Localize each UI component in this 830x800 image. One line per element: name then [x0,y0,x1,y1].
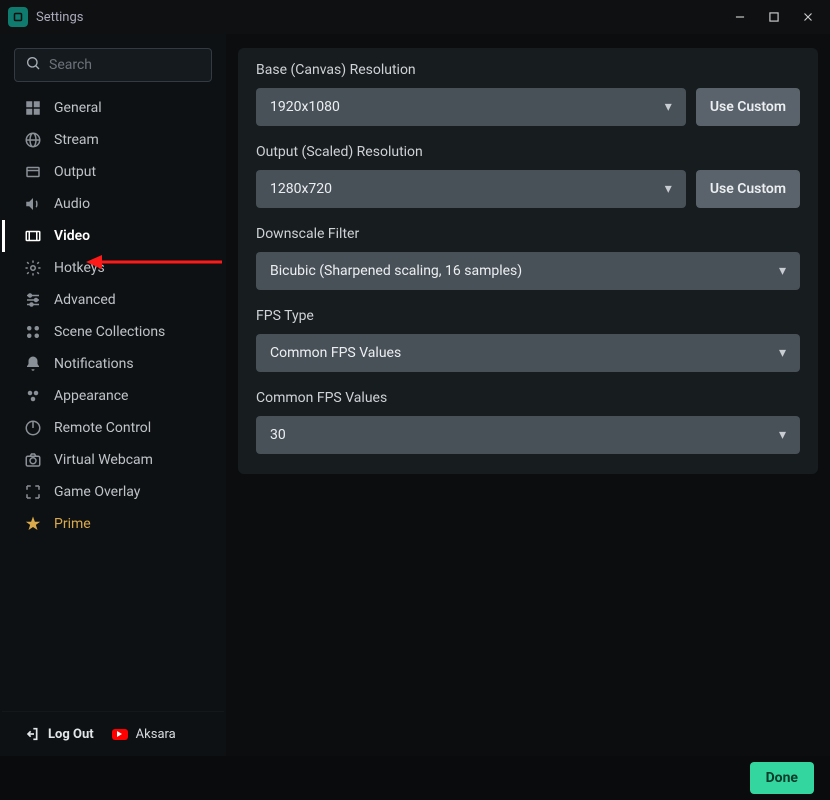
gear-icon [24,259,42,277]
globe-icon [24,131,42,149]
fps-type-label: FPS Type [256,308,800,324]
minimize-button[interactable] [726,3,754,31]
sidebar-item-label: General [54,100,102,116]
done-button[interactable]: Done [750,762,814,794]
sidebar-item-hotkeys[interactable]: Hotkeys [2,252,224,284]
sidebar-item-appearance[interactable]: Appearance [2,380,224,412]
grid-icon [24,99,42,117]
sidebar-footer: Log Out Aksara [2,711,224,756]
bell-icon [24,355,42,373]
output-use-custom-button[interactable]: Use Custom [696,170,800,208]
power-icon [24,419,42,437]
output-resolution-label: Output (Scaled) Resolution [256,144,800,160]
downscale-filter-value: Bicubic (Sharpened scaling, 16 samples) [270,263,522,279]
nav-list: General Stream Output Audio Video [2,92,224,711]
chevron-down-icon: ▾ [665,181,672,197]
sidebar-item-game-overlay[interactable]: Game Overlay [2,476,224,508]
chevron-down-icon: ▾ [779,263,786,279]
sidebar-item-label: Virtual Webcam [54,452,153,468]
sidebar-item-stream[interactable]: Stream [2,124,224,156]
sidebar-item-label: Appearance [54,388,128,404]
downscale-filter-select[interactable]: Bicubic (Sharpened scaling, 16 samples) … [256,252,800,290]
logout-label: Log Out [48,727,94,742]
sidebar-item-label: Prime [54,516,91,532]
main-panel: Base (Canvas) Resolution 1920x1080 ▾ Use… [226,34,830,756]
collection-icon [24,323,42,341]
video-icon [24,227,42,245]
sidebar-item-notifications[interactable]: Notifications [2,348,224,380]
sidebar-item-output[interactable]: Output [2,156,224,188]
sidebar-item-prime[interactable]: Prime [2,508,224,540]
search-icon [25,55,41,75]
sidebar-item-label: Video [54,228,90,244]
video-settings-panel: Base (Canvas) Resolution 1920x1080 ▾ Use… [238,48,818,474]
logout-icon [24,726,40,742]
user-info[interactable]: Aksara [112,727,176,742]
sidebar-item-label: Remote Control [54,420,151,436]
maximize-button[interactable] [760,3,788,31]
app-icon [8,7,28,27]
youtube-icon [112,729,128,740]
output-icon [24,163,42,181]
chevron-down-icon: ▾ [779,427,786,443]
sidebar-item-virtual-webcam[interactable]: Virtual Webcam [2,444,224,476]
downscale-filter-label: Downscale Filter [256,226,800,242]
sidebar-item-general[interactable]: General [2,92,224,124]
window-title: Settings [36,10,83,25]
sliders-icon [24,291,42,309]
chevron-down-icon: ▾ [665,99,672,115]
sidebar-item-label: Output [54,164,96,180]
sidebar-item-label: Hotkeys [54,260,105,276]
star-icon [24,515,42,533]
common-fps-select[interactable]: 30 ▾ [256,416,800,454]
base-resolution-value: 1920x1080 [270,99,340,115]
base-resolution-select[interactable]: 1920x1080 ▾ [256,88,686,126]
common-fps-label: Common FPS Values [256,390,800,406]
audio-icon [24,195,42,213]
sidebar-item-label: Notifications [54,356,134,372]
base-use-custom-button[interactable]: Use Custom [696,88,800,126]
search-input-wrap[interactable] [14,48,212,82]
username-label: Aksara [136,727,176,742]
logout-button[interactable]: Log Out [24,726,94,742]
sidebar-item-label: Stream [54,132,99,148]
sidebar: General Stream Output Audio Video [0,34,226,756]
sidebar-item-label: Audio [54,196,90,212]
camera-icon [24,451,42,469]
bottom-bar: Done [0,756,830,800]
output-resolution-select[interactable]: 1280x720 ▾ [256,170,686,208]
sidebar-item-video[interactable]: Video [2,220,224,252]
sidebar-item-audio[interactable]: Audio [2,188,224,220]
sidebar-item-label: Scene Collections [54,324,165,340]
common-fps-value: 30 [270,427,286,443]
sidebar-item-label: Game Overlay [54,484,140,500]
titlebar: Settings [0,0,830,34]
close-button[interactable] [794,3,822,31]
sidebar-item-remote-control[interactable]: Remote Control [2,412,224,444]
appearance-icon [24,387,42,405]
output-resolution-value: 1280x720 [270,181,332,197]
fps-type-value: Common FPS Values [270,345,401,361]
search-input[interactable] [49,57,227,73]
expand-icon [24,483,42,501]
sidebar-item-label: Advanced [54,292,116,308]
sidebar-item-advanced[interactable]: Advanced [2,284,224,316]
chevron-down-icon: ▾ [779,345,786,361]
base-resolution-label: Base (Canvas) Resolution [256,62,800,78]
sidebar-item-scene-collections[interactable]: Scene Collections [2,316,224,348]
fps-type-select[interactable]: Common FPS Values ▾ [256,334,800,372]
